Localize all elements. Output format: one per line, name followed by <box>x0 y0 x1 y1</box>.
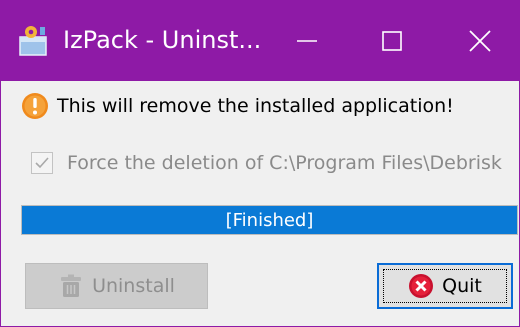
check-icon <box>35 157 49 169</box>
maximize-button[interactable] <box>357 13 427 69</box>
force-delete-option: Force the deletion of C:\Program Files\D… <box>31 147 502 179</box>
window-title: IzPack - Uninst... <box>63 26 262 54</box>
close-button[interactable] <box>445 13 515 69</box>
uninstaller-window: IzPack - Uninst... This will remove the … <box>0 0 520 327</box>
app-icon <box>19 26 47 56</box>
maximize-icon <box>382 31 402 51</box>
trash-icon <box>61 274 82 297</box>
title-bar[interactable]: IzPack - Uninst... <box>1 1 519 81</box>
force-delete-checkbox <box>31 152 53 174</box>
message-row: This will remove the installed applicati… <box>21 89 454 123</box>
message-text: This will remove the installed applicati… <box>57 95 454 117</box>
uninstall-label: Uninstall <box>92 275 175 297</box>
warning-icon <box>22 93 48 119</box>
progress-bar: [Finished] <box>21 205 518 235</box>
minimize-icon <box>297 40 317 42</box>
force-delete-label: Force the deletion of C:\Program Files\D… <box>67 152 502 174</box>
progress-status: [Finished] <box>225 209 314 231</box>
close-icon <box>469 30 491 52</box>
cancel-icon <box>409 274 434 298</box>
uninstall-button[interactable]: Uninstall <box>25 263 208 309</box>
minimize-button[interactable] <box>272 13 342 69</box>
quit-button[interactable]: Quit <box>377 263 513 309</box>
quit-label: Quit <box>442 275 482 297</box>
